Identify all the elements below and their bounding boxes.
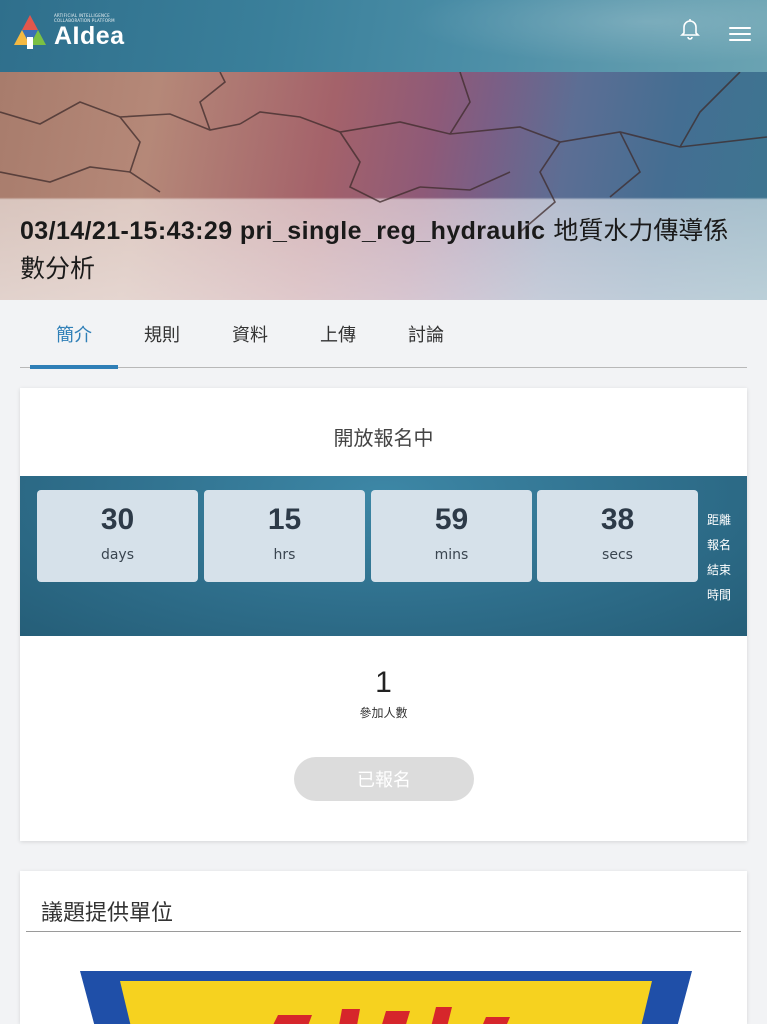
header-decoration <box>367 0 767 72</box>
participant-count: 1 參加人數 <box>20 666 747 721</box>
countdown-label-line: 時間 <box>707 588 732 602</box>
competition-banner: 03/14/21-15:43:29 pri_single_reg_hydraul… <box>0 72 767 300</box>
countdown-label-line: 距離 <box>707 513 732 527</box>
countdown-minutes-value: 59 <box>434 503 469 536</box>
registered-button[interactable]: 已報名 <box>294 757 474 801</box>
logo-mark-icon <box>12 13 48 49</box>
organizer-card: 議題提供單位 <box>20 871 747 1024</box>
countdown-hours: 15 hrs <box>204 490 365 582</box>
countdown-seconds-value: 38 <box>600 503 635 536</box>
tab-discussion[interactable]: 討論 <box>382 300 470 368</box>
organizer-title: 議題提供單位 <box>41 901 174 926</box>
countdown-days: 30 days <box>37 490 198 582</box>
tab-data[interactable]: 資料 <box>206 300 294 368</box>
competition-title: 03/14/21-15:43:29 pri_single_reg_hydraul… <box>20 212 750 288</box>
countdown-seconds-unit: secs <box>602 547 633 563</box>
countdown-label-line: 結束 <box>707 563 732 577</box>
aidea-logo[interactable]: ARTIFICIAL INTELLIGENCE COLLABORATION PL… <box>12 12 127 50</box>
bell-icon[interactable] <box>678 16 702 40</box>
participant-count-label: 參加人數 <box>359 706 408 720</box>
logo-name: AIdea <box>54 22 125 50</box>
countdown-hours-unit: hrs <box>273 547 296 563</box>
tab-rules[interactable]: 規則 <box>118 300 206 368</box>
tab-intro[interactable]: 簡介 <box>30 300 118 369</box>
hamburger-menu-icon[interactable] <box>729 27 751 45</box>
competition-status-card: 開放報名中 30 days 15 hrs 59 mins 38 secs 距離 … <box>20 388 747 841</box>
organizer-divider <box>26 931 741 932</box>
organizer-logo <box>80 971 692 1024</box>
top-navbar: ARTIFICIAL INTELLIGENCE COLLABORATION PL… <box>0 0 767 72</box>
countdown-days-unit: days <box>100 547 135 563</box>
countdown-hours-value: 15 <box>267 503 302 536</box>
countdown-label: 距離 報名 結束 時間 <box>707 508 735 608</box>
countdown-minutes-unit: mins <box>434 547 469 563</box>
registration-status: 開放報名中 <box>333 426 434 450</box>
countdown-seconds: 38 secs <box>537 490 698 582</box>
countdown-label-line: 報名 <box>707 538 732 552</box>
logo-text: ARTIFICIAL INTELLIGENCE COLLABORATION PL… <box>54 13 127 49</box>
competition-tabs: 簡介 規則 資料 上傳 討論 <box>20 300 747 369</box>
countdown-minutes: 59 mins <box>371 490 532 582</box>
countdown-days-value: 30 <box>100 503 135 536</box>
participant-count-value: 1 <box>375 666 392 699</box>
logo-tagline: ARTIFICIAL INTELLIGENCE COLLABORATION PL… <box>54 13 115 23</box>
countdown-panel: 30 days 15 hrs 59 mins 38 secs 距離 報名 結束 … <box>20 476 747 636</box>
title-english: 03/14/21-15:43:29 pri_single_reg_hydraul… <box>20 217 546 245</box>
tab-upload[interactable]: 上傳 <box>294 300 382 368</box>
